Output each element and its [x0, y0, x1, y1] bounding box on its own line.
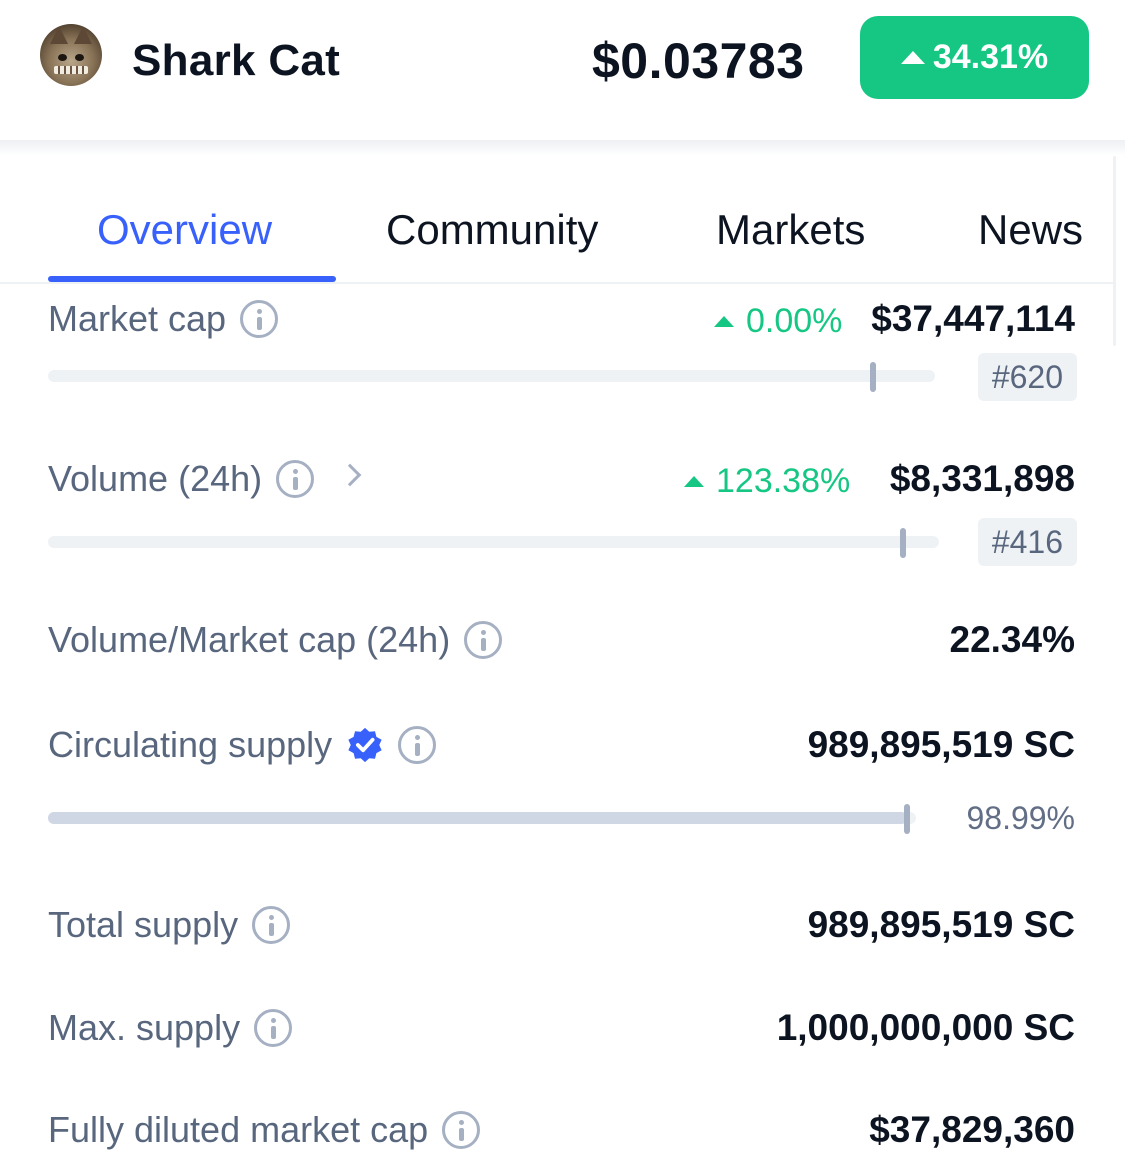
shark-cat-logo-icon [40, 24, 102, 86]
circulating-supply-marker [904, 804, 911, 834]
caret-up-icon [684, 476, 704, 487]
max-supply-label-group: Max. supply [48, 1007, 293, 1049]
volume-rank-badge: #416 [977, 518, 1077, 566]
volume-label-group: Volume (24h) [48, 458, 362, 500]
info-icon[interactable] [252, 906, 291, 944]
total-supply-label-group: Total supply [48, 904, 291, 946]
market-cap-label-group: Market cap [48, 298, 279, 340]
info-icon[interactable] [240, 300, 279, 338]
circulating-supply-percent: 98.99% [966, 800, 1075, 836]
active-tab-indicator [48, 276, 336, 282]
market-cap-rank-bar [48, 362, 935, 392]
tab-news[interactable]: News [978, 206, 1083, 254]
price-change-value: 34.31% [932, 38, 1049, 76]
info-icon[interactable] [276, 460, 315, 498]
tab-bar: Overview Community Markets News [0, 180, 1115, 284]
circulating-supply-bar [48, 804, 916, 834]
volume-change-value: 123.38% [716, 462, 851, 500]
fdmc-value: $37,829,360 [869, 1109, 1075, 1150]
coin-name: Shark Cat [132, 36, 341, 85]
market-cap-label: Market cap [48, 298, 227, 339]
volume-market-cap-value: 22.34% [949, 619, 1076, 660]
circulating-supply-value: 989,895,519 SC [807, 724, 1075, 765]
market-cap-change-value: 0.00% [746, 302, 843, 340]
volume-market-cap-label-group: Volume/Market cap (24h) [48, 619, 503, 661]
volume-rank-marker [900, 528, 907, 558]
price-change-badge: 34.31% [860, 16, 1089, 99]
header-divider [0, 140, 1125, 156]
market-cap-rank-marker [869, 362, 876, 392]
market-cap-rank-badge: #620 [977, 353, 1077, 401]
market-cap-value: $37,447,114 [871, 298, 1075, 339]
chevron-right-icon[interactable] [338, 463, 362, 487]
tab-markets[interactable]: Markets [716, 206, 865, 254]
volume-change: 123.38% [684, 462, 850, 501]
coin-header: Shark Cat $0.03783 34.31% [0, 0, 1125, 140]
circulating-supply-fill [48, 812, 908, 824]
volume-market-cap-label: Volume/Market cap (24h) [48, 619, 451, 660]
fdmc-label: Fully diluted market cap [48, 1109, 429, 1150]
circulating-supply-label-group: Circulating supply [48, 724, 437, 766]
fdmc-label-group: Fully diluted market cap [48, 1109, 481, 1151]
volume-label: Volume (24h) [48, 458, 263, 499]
tab-overview[interactable]: Overview [97, 206, 272, 254]
info-icon[interactable] [254, 1009, 293, 1047]
tab-community[interactable]: Community [386, 206, 598, 254]
verified-badge-icon[interactable] [346, 726, 384, 764]
max-supply-label: Max. supply [48, 1007, 241, 1048]
total-supply-label: Total supply [48, 904, 239, 945]
caret-up-icon [714, 316, 734, 327]
info-icon[interactable] [464, 621, 503, 659]
info-icon[interactable] [442, 1111, 481, 1149]
volume-value: $8,331,898 [889, 458, 1075, 499]
max-supply-value: 1,000,000,000 SC [776, 1007, 1075, 1048]
info-icon[interactable] [398, 726, 437, 764]
circulating-supply-label: Circulating supply [48, 724, 333, 765]
caret-up-icon [900, 51, 925, 64]
coin-price: $0.03783 [592, 33, 805, 89]
total-supply-value: 989,895,519 SC [807, 904, 1075, 945]
volume-rank-bar [48, 528, 939, 558]
market-cap-change: 0.00% [714, 302, 842, 341]
